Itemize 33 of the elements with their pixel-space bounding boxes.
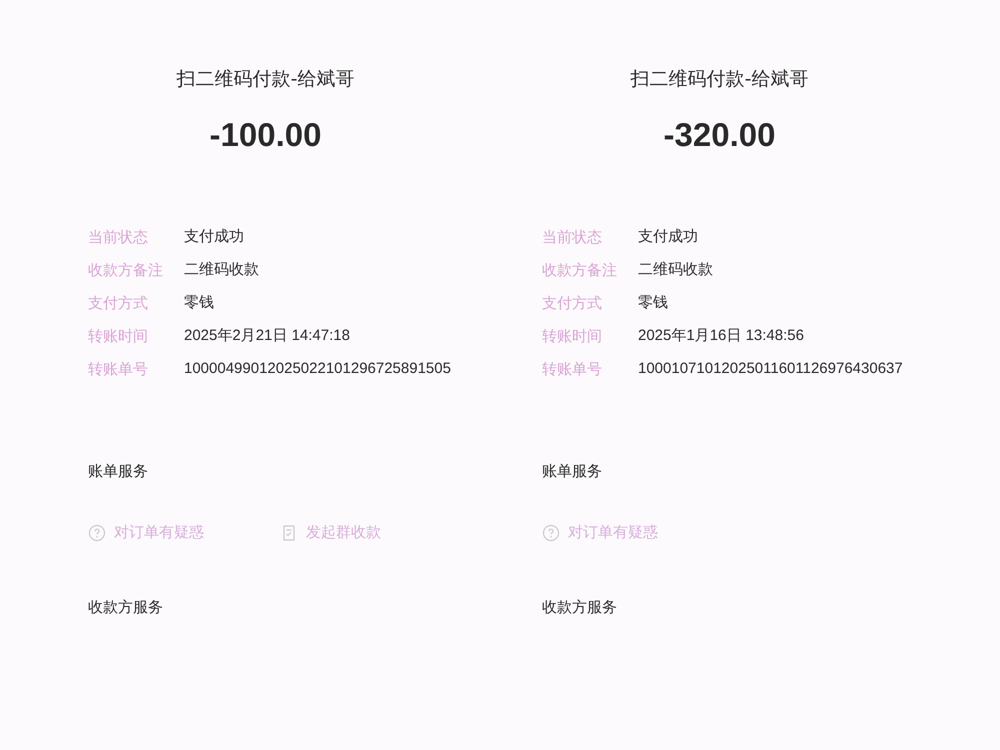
help-icon [88,524,106,542]
detail-label: 收款方备注 [88,260,164,281]
service-link[interactable]: 发起群收款 [280,523,381,542]
detail-label: 支付方式 [88,293,149,314]
help-icon [542,524,560,542]
detail-label: 转账单号 [542,359,603,380]
payment-amount: -100.00 [208,116,322,154]
detail-value: 2025年1月16日 13:48:56 [638,326,805,346]
section-heading: 账单服务 [542,462,603,481]
section-heading: 收款方服务 [542,598,618,617]
detail-label: 转账时间 [542,326,603,347]
detail-value: 2025年2月21日 14:47:18 [184,326,351,346]
service-link[interactable]: 对订单有疑惑 [88,523,204,542]
service-link[interactable]: 对订单有疑惑 [542,523,658,542]
detail-value: 支付成功 [638,227,699,247]
detail-label: 转账单号 [88,359,149,380]
detail-value: 零钱 [184,293,215,313]
section-heading: 收款方服务 [88,598,164,617]
payment-title: 扫二维码付款-给斌哥 [176,67,356,92]
payment-title: 扫二维码付款-给斌哥 [630,67,810,92]
detail-value: 支付成功 [184,227,245,247]
detail-value: 10001071012025011601126976430637 [638,359,904,379]
detail-label: 收款方备注 [542,260,618,281]
detail-label: 支付方式 [542,293,603,314]
payment-amount: -320.00 [662,116,776,154]
detail-value: 二维码收款 [184,260,260,280]
detail-label: 转账时间 [88,326,149,347]
detail-value: 10000499012025022101296725891505 [184,359,452,379]
detail-value: 零钱 [638,293,669,313]
section-heading: 账单服务 [88,462,149,481]
detail-value: 二维码收款 [638,260,714,280]
detail-label: 当前状态 [88,227,149,248]
detail-label: 当前状态 [542,227,603,248]
